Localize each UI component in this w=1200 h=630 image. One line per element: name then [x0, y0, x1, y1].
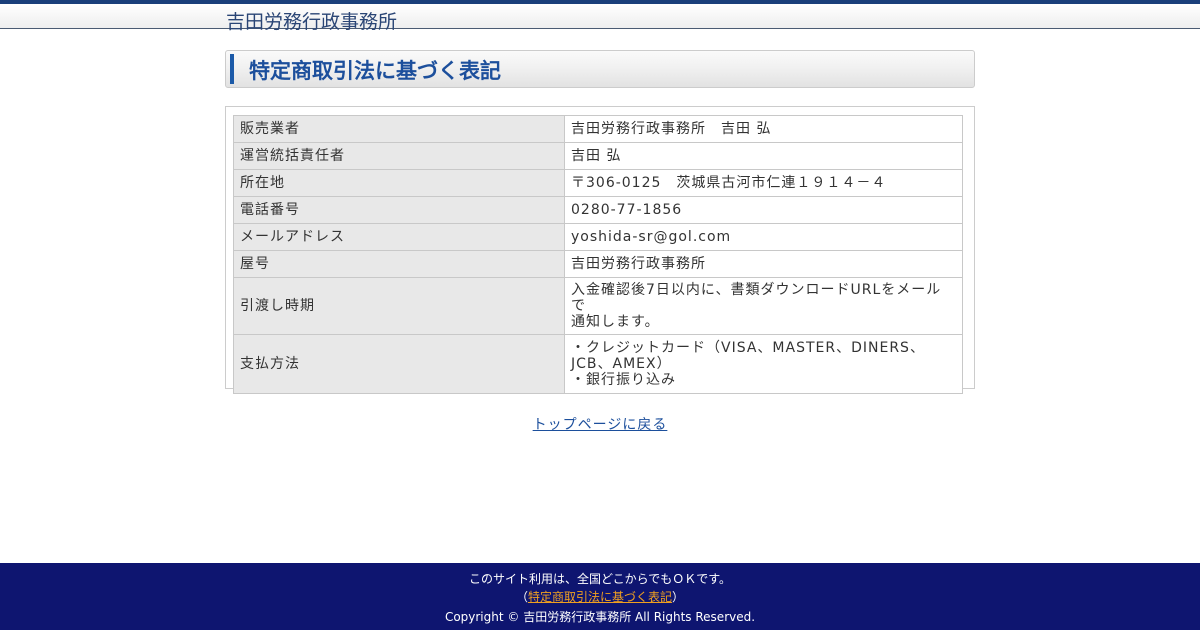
site-header: 吉田労務行政事務所	[0, 0, 1200, 33]
row-value-trade-name: 吉田労務行政事務所	[564, 250, 963, 278]
info-table: 販売業者 吉田労務行政事務所 吉田 弘 運営統括責任者 吉田 弘 所在地 〒30…	[233, 115, 963, 394]
page-heading: 特定商取引法に基づく表記	[225, 50, 975, 88]
back-link-container: トップページに戻る	[0, 414, 1200, 434]
footer-legal-link[interactable]: 特定商取引法に基づく表記	[528, 590, 672, 604]
footer-links: （特定商取引法に基づく表記）	[0, 588, 1200, 605]
row-label-phone: 電話番号	[233, 196, 565, 224]
row-value-delivery: 入金確認後7日以内に、書類ダウンロードURLをメールで 通知します。	[564, 277, 963, 335]
footer-paren-close: ）	[672, 590, 685, 604]
payment-line: JCB、AMEX）	[571, 356, 672, 372]
back-to-top-link[interactable]: トップページに戻る	[533, 417, 668, 433]
row-value-address: 〒306-0125 茨城県古河市仁連１９１４－４	[564, 169, 963, 197]
table-row: 運営統括責任者 吉田 弘	[233, 142, 963, 170]
row-label-delivery: 引渡し時期	[233, 277, 565, 335]
table-row: 支払方法 ・クレジットカード（VISA、MASTER、DINERS、 JCB、A…	[233, 334, 963, 394]
info-table-container: 販売業者 吉田労務行政事務所 吉田 弘 運営統括責任者 吉田 弘 所在地 〒30…	[225, 106, 975, 394]
row-label-address: 所在地	[233, 169, 565, 197]
delivery-line: 入金確認後7日以内に、書類ダウンロードURLをメールで	[571, 282, 942, 314]
site-footer: このサイト利用は、全国どこからでもＯＫです。 （特定商取引法に基づく表記） Co…	[0, 563, 1200, 630]
footer-copyright: Copyright © 吉田労務行政事務所 All Rights Reserve…	[444, 610, 756, 624]
table-row: メールアドレス yoshida-sr@gol.com	[233, 223, 963, 251]
heading-accent-bar	[230, 54, 234, 84]
table-row: 引渡し時期 入金確認後7日以内に、書類ダウンロードURLをメールで 通知します。	[233, 277, 963, 335]
row-value-payment: ・クレジットカード（VISA、MASTER、DINERS、 JCB、AMEX） …	[564, 334, 963, 394]
site-logo[interactable]: 吉田労務行政事務所	[226, 7, 397, 34]
table-row: 所在地 〒306-0125 茨城県古河市仁連１９１４－４	[233, 169, 963, 197]
table-row: 販売業者 吉田労務行政事務所 吉田 弘	[233, 115, 963, 143]
delivery-line: 通知します。	[571, 314, 660, 330]
row-value-seller: 吉田労務行政事務所 吉田 弘	[564, 115, 963, 143]
page-title: 特定商取引法に基づく表記	[249, 59, 501, 83]
table-row: 電話番号 0280-77-1856	[233, 196, 963, 224]
row-value-email: yoshida-sr@gol.com	[564, 223, 963, 251]
row-value-phone: 0280-77-1856	[564, 196, 963, 224]
row-value-manager: 吉田 弘	[564, 142, 963, 170]
footer-notice: このサイト利用は、全国どこからでもＯＫです。	[468, 572, 732, 586]
row-label-seller: 販売業者	[233, 115, 565, 143]
row-label-trade-name: 屋号	[233, 250, 565, 278]
footer-paren-open: （	[515, 590, 528, 604]
payment-line: ・クレジットカード（VISA、MASTER、DINERS、	[571, 340, 925, 356]
row-label-payment: 支払方法	[233, 334, 565, 394]
row-label-email: メールアドレス	[233, 223, 565, 251]
row-label-manager: 運営統括責任者	[233, 142, 565, 170]
payment-line: ・銀行振り込み	[571, 372, 676, 388]
table-row: 屋号 吉田労務行政事務所	[233, 250, 963, 278]
